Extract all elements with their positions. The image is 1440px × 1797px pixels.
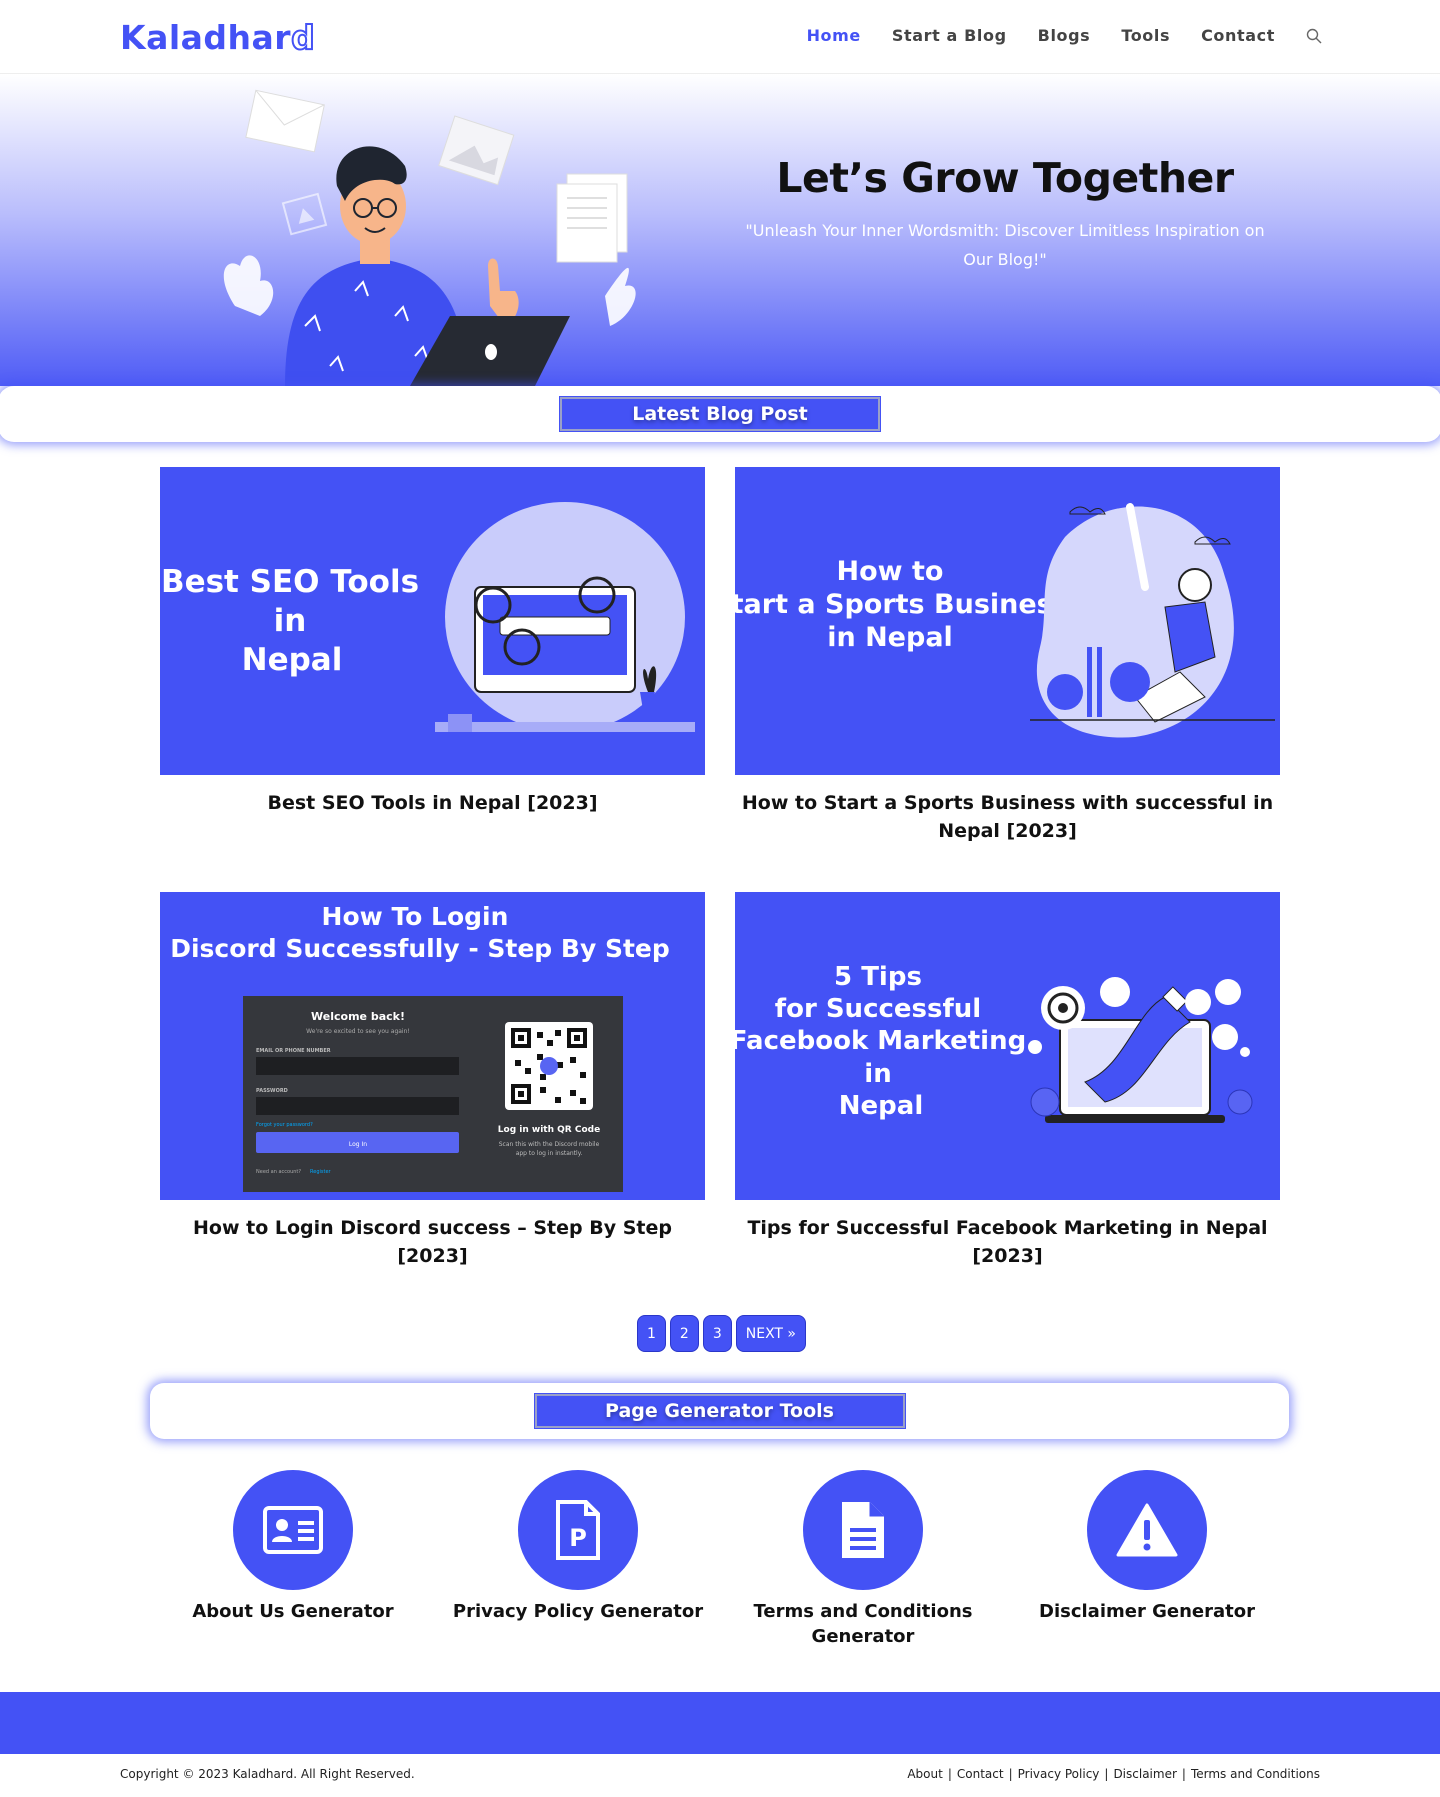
footer-link-terms[interactable]: Terms and Conditions — [1191, 1767, 1320, 1781]
tool-label: Terms and Conditions Generator — [753, 1601, 973, 1647]
footer-separator: | — [1008, 1767, 1013, 1781]
thumb-text: in Nepal — [827, 622, 953, 653]
screen-qr-title: Log in with QR Code — [498, 1125, 600, 1135]
id-card-icon — [263, 1506, 323, 1554]
nav-start-a-blog[interactable]: Start a Blog — [892, 26, 1007, 45]
post-thumbnail[interactable]: Best SEO Tools in Nepal — [160, 467, 705, 775]
discord-login-illustration: How To Login Discord Successfully - Step… — [170, 902, 670, 1192]
screen-welcome: Welcome back! — [311, 1010, 405, 1023]
nav-tools[interactable]: Tools — [1121, 26, 1170, 45]
post-title[interactable]: How to Start a Sports Business with succ… — [735, 789, 1280, 845]
footer-links: About | Contact | Privacy Policy | Disclaim… — [907, 1767, 1320, 1781]
hero-banner: Let’s Grow Together "Unleash Your Inner … — [0, 74, 1440, 386]
screen-need-account: Need an account? — [256, 1169, 301, 1175]
hero-title: Let’s Grow Together — [776, 154, 1234, 202]
thumb-text: How To Login — [322, 902, 509, 931]
hero-illustration — [223, 89, 636, 386]
thumb-text: for Successful — [775, 994, 981, 1024]
copyright-text: Copyright © 2023 Kaladhard. All Right Re… — [120, 1767, 415, 1781]
footer-separator: | — [1104, 1767, 1109, 1781]
svg-text:P: P — [569, 1524, 587, 1552]
thumb-text: How to — [837, 556, 944, 587]
screen-welcome-sub: We're so excited to see you again! — [306, 1028, 410, 1035]
thumb-text: Nepal — [839, 1091, 923, 1121]
privacy-policy-generator-tool[interactable]: P Privacy Policy Generator — [448, 1470, 708, 1624]
thumb-text: in — [274, 603, 307, 639]
warning-icon — [1116, 1503, 1178, 1557]
site-header: Kaladhard Home Start a Blog Blogs Tools … — [0, 0, 1440, 74]
footer-link-about[interactable]: About — [907, 1767, 942, 1781]
footer-separator: | — [947, 1767, 952, 1781]
tool-icon-circle — [1087, 1470, 1207, 1590]
nav-home[interactable]: Home — [807, 26, 861, 45]
tool-label: Privacy Policy Generator — [452, 1601, 704, 1622]
screen-qr-sub: Scan this with the Discord mobile — [499, 1141, 600, 1148]
page-generator-tools-bar: Page Generator Tools — [150, 1383, 1289, 1439]
page-button-1[interactable]: 1 — [637, 1315, 666, 1352]
post-card: How To Login Discord Successfully - Step… — [160, 892, 705, 1270]
footer-link-privacy-policy[interactable]: Privacy Policy — [1018, 1767, 1100, 1781]
sports-illustration: How to Start a Sports Business in Nepal — [735, 503, 1275, 738]
thumb-text: in — [864, 1059, 891, 1089]
seo-illustration: Best SEO Tools in Nepal — [161, 502, 695, 732]
nav-blogs[interactable]: Blogs — [1038, 26, 1091, 45]
post-card: 5 Tips for Successful Facebook Marketing… — [735, 892, 1280, 1270]
screen-qr-sub: app to log in instantly. — [516, 1150, 583, 1157]
post-thumbnail[interactable]: How to Start a Sports Business in Nepal — [735, 467, 1280, 775]
post-title[interactable]: Tips for Successful Facebook Marketing i… — [735, 1214, 1280, 1270]
hero-subtitle: "Unleash Your Inner Wordsmith: Discover … — [745, 221, 1265, 269]
post-title[interactable]: How to Login Discord success – Step By S… — [160, 1214, 705, 1270]
facebook-marketing-illustration: 5 Tips for Successful Facebook Marketing… — [735, 962, 1253, 1123]
page-button-3[interactable]: 3 — [702, 1315, 732, 1352]
page-generator-tools-heading: Page Generator Tools — [533, 1393, 906, 1429]
disclaimer-generator-tool[interactable]: Disclaimer Generator — [1017, 1470, 1277, 1624]
policy-document-icon: P — [556, 1500, 600, 1560]
main-nav: Home Start a Blog Blogs Tools Contact — [807, 26, 1322, 45]
screen-login-button: Log In — [349, 1141, 367, 1148]
screen-register: Register — [310, 1169, 332, 1175]
screen-password-label: PASSWORD — [256, 1088, 288, 1094]
tool-label: About Us Generator — [192, 1601, 394, 1622]
latest-blog-post-bar: Latest Blog Post — [0, 386, 1440, 442]
tool-label: Disclaimer Generator — [1039, 1601, 1255, 1622]
tool-icon-circle: P — [518, 1470, 638, 1590]
site-footer: Copyright © 2023 Kaladhard. All Right Re… — [0, 1754, 1440, 1797]
page-button-2[interactable]: 2 — [669, 1315, 699, 1352]
pagination: 1 2 3 NEXT » — [637, 1315, 806, 1352]
footer-band — [0, 1692, 1440, 1754]
nav-contact[interactable]: Contact — [1201, 26, 1275, 45]
latest-blog-post-heading: Latest Blog Post — [559, 396, 881, 432]
post-card: How to Start a Sports Business in Nepal … — [735, 467, 1280, 845]
post-card: Best SEO Tools in Nepal Best SEO Tools i… — [160, 467, 705, 817]
thumb-text: Facebook Marketing — [735, 1026, 1026, 1056]
site-logo[interactable]: Kaladhard — [120, 17, 316, 58]
next-page-button[interactable]: NEXT » — [735, 1315, 806, 1352]
document-icon — [842, 1502, 884, 1558]
about-us-generator-tool[interactable]: About Us Generator — [163, 1470, 423, 1624]
post-thumbnail[interactable]: 5 Tips for Successful Facebook Marketing… — [735, 892, 1280, 1200]
footer-link-disclaimer[interactable]: Disclaimer — [1113, 1767, 1176, 1781]
logo-text-last: d — [290, 17, 316, 58]
thumb-text: Discord Successfully - Step By Step — [170, 934, 670, 963]
tool-icon-circle — [803, 1470, 923, 1590]
footer-separator: | — [1181, 1767, 1186, 1781]
thumb-text: Best SEO Tools — [161, 564, 419, 600]
screen-email-label: EMAIL OR PHONE NUMBER — [256, 1048, 331, 1054]
screen-forgot: Forgot your password? — [256, 1122, 313, 1128]
thumb-text: Start a Sports Business — [735, 589, 1069, 620]
post-thumbnail[interactable]: How To Login Discord Successfully - Step… — [160, 892, 705, 1200]
thumb-text: Nepal — [242, 642, 343, 678]
search-icon[interactable] — [1306, 28, 1322, 44]
footer-link-contact[interactable]: Contact — [957, 1767, 1004, 1781]
tool-icon-circle — [233, 1470, 353, 1590]
logo-text: Kaladhar — [120, 18, 292, 57]
post-title[interactable]: Best SEO Tools in Nepal [2023] — [160, 789, 705, 817]
terms-and-conditions-generator-tool[interactable]: Terms and Conditions Generator — [733, 1470, 993, 1649]
thumb-text: 5 Tips — [834, 962, 922, 992]
